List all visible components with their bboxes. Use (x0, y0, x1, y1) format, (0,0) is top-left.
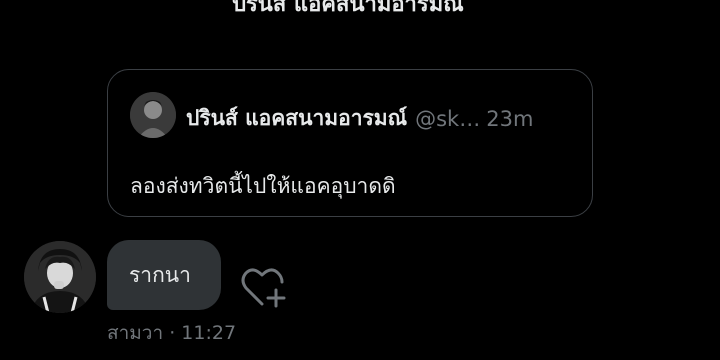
previous-message-text: ปรินส์ แอคสนามอารมณ์ (232, 0, 464, 17)
avatar-image (24, 241, 96, 313)
sender-avatar[interactable] (24, 241, 96, 313)
heart-plus-icon (241, 268, 286, 308)
quoted-author-handle: @sk… (415, 106, 481, 131)
message-time: 11:27 (181, 322, 237, 344)
message-meta: สามวา · 11:27 (107, 318, 236, 348)
react-button[interactable] (240, 264, 288, 308)
message-bubble[interactable]: รากนา (107, 240, 221, 310)
message-text: รากนา (129, 262, 191, 287)
sender-name: สามวา (107, 322, 164, 344)
quoted-tweet-header: ปรินส์ แอคสนามอารมณ์ @sk… 23m (186, 102, 572, 135)
avatar-image (130, 92, 176, 138)
meta-separator: · (169, 322, 176, 344)
quoted-tweet-time: 23m (486, 106, 534, 131)
quoted-tweet-text: ลองส่งทวิตนี้ไปให้แอคอุบาดดิ (130, 174, 396, 198)
quoted-author-name[interactable]: ปรินส์ แอคสนามอารมณ์ (186, 102, 407, 135)
quoted-tweet-card[interactable]: ปรินส์ แอคสนามอารมณ์ @sk… 23m ลองส่งทวิต… (107, 69, 593, 217)
quoted-author-avatar[interactable] (130, 92, 176, 138)
